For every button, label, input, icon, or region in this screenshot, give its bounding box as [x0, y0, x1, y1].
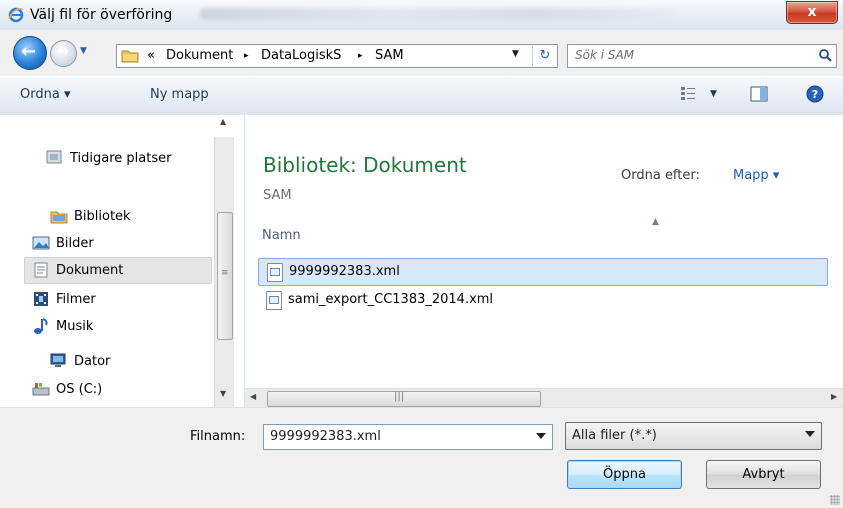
filename-label: Filnamn:: [190, 429, 246, 444]
command-toolbar: Ordna ▾ Ny mapp ▼ ?: [0, 76, 843, 116]
sort-ascending-icon: ▲: [652, 217, 659, 227]
new-folder-button[interactable]: Ny mapp: [150, 87, 209, 102]
computer-icon: [50, 353, 66, 367]
preview-pane-icon[interactable]: [750, 85, 768, 103]
breadcrumb-separator-icon[interactable]: ▸: [358, 51, 363, 61]
library-icon: [50, 211, 68, 224]
back-arrow-icon: ←: [21, 41, 37, 62]
nav-vertical-scrollbar[interactable]: ▲ ≡ ▼: [214, 117, 234, 409]
bottom-panel: Filnamn: 9999992383.xml Alla filer (*.*)…: [0, 407, 843, 508]
refresh-button[interactable]: ↻: [532, 46, 557, 66]
blurred-title-area: [200, 8, 680, 20]
title-bar[interactable]: Välj fil för överföring x: [0, 0, 843, 30]
documents-icon: [34, 262, 48, 278]
file-type-value: Alla filer (*.*): [572, 428, 657, 443]
nav-label: Filmer: [56, 292, 96, 307]
address-bar[interactable]: « Dokument ▸ DataLogiskS ▸ SAM ▼ ↻: [116, 44, 558, 68]
nav-label: Musik: [56, 319, 94, 334]
search-icon[interactable]: [818, 48, 832, 62]
organize-menu-button[interactable]: Ordna ▾: [20, 87, 70, 102]
file-row[interactable]: 9999992383.xml: [258, 258, 828, 286]
nav-label: Tidigare platser: [70, 151, 172, 166]
nav-label: Bibliotek: [74, 209, 131, 224]
nav-label: Bilder: [56, 236, 94, 251]
file-name: sami_export_CC1383_2014.xml: [288, 292, 494, 307]
breadcrumb-overflow[interactable]: «: [147, 48, 155, 63]
chevron-down-icon[interactable]: [805, 431, 815, 437]
scroll-down-icon[interactable]: ▼: [220, 389, 226, 398]
file-list-pane[interactable]: Bibliotek: Dokument SAM Ordna efter: Map…: [245, 115, 843, 407]
breadcrumb-sam[interactable]: SAM: [375, 48, 404, 63]
xml-file-icon: [267, 263, 283, 282]
svg-text:?: ?: [812, 88, 818, 101]
file-type-select[interactable]: Alla filer (*.*): [565, 422, 822, 450]
folder-icon: [121, 50, 139, 63]
breadcrumb-datalogisks[interactable]: DataLogiskS: [261, 48, 341, 63]
pictures-icon: [32, 236, 50, 250]
window-title: Välj fil för överföring: [30, 7, 173, 23]
drive-icon: [32, 383, 50, 396]
help-icon[interactable]: ?: [806, 85, 824, 103]
internet-explorer-icon: [8, 7, 24, 23]
view-options-icon[interactable]: [680, 85, 696, 101]
sort-by-dropdown[interactable]: Mapp ▾: [733, 168, 779, 183]
xml-file-icon: [266, 291, 282, 310]
nav-scroll-thumb[interactable]: ≡: [217, 212, 233, 340]
music-icon: [34, 318, 48, 334]
nav-label: OS (C:): [56, 382, 103, 397]
breadcrumb-dokument[interactable]: Dokument: [166, 48, 233, 63]
breadcrumb-separator-icon[interactable]: ▸: [244, 51, 249, 61]
column-header-name[interactable]: Namn: [262, 228, 301, 243]
sort-by-label: Ordna efter:: [621, 168, 700, 183]
open-button[interactable]: Öppna: [567, 460, 682, 489]
content-area: Tidigare platser Bibliotek Bilder Dokume…: [0, 115, 843, 409]
horizontal-scrollbar[interactable]: ◀ ||| ▶: [245, 388, 843, 408]
back-button[interactable]: ←: [13, 36, 47, 70]
recent-places-icon: [46, 150, 62, 164]
forward-button[interactable]: →: [50, 40, 77, 67]
scroll-left-icon[interactable]: ◀: [250, 392, 256, 401]
refresh-icon: ↻: [539, 48, 551, 63]
view-dropdown-icon[interactable]: ▼: [710, 89, 717, 99]
cancel-button[interactable]: Avbryt: [706, 460, 821, 489]
nav-label: Dokument: [56, 263, 124, 278]
library-subtitle: SAM: [263, 188, 292, 203]
nav-label: Dator: [74, 354, 111, 369]
chevron-down-icon[interactable]: [536, 433, 546, 439]
grip-icon: ≡: [221, 268, 229, 278]
grip-icon: |||: [394, 391, 405, 402]
horizontal-scroll-thumb[interactable]: |||: [267, 391, 541, 407]
file-name: 9999992383.xml: [289, 264, 400, 279]
scroll-up-icon[interactable]: ▲: [220, 117, 226, 126]
search-box[interactable]: Sök i SAM: [567, 44, 837, 68]
navigation-pane[interactable]: Tidigare platser Bibliotek Bilder Dokume…: [0, 115, 245, 409]
navigation-bar: ← → ▼ « Dokument ▸ DataLogiskS ▸ SAM ▼ ↻…: [0, 30, 843, 76]
search-input[interactable]: Sök i SAM: [575, 48, 634, 62]
filename-value: 9999992383.xml: [270, 429, 381, 444]
resize-grip-icon[interactable]: [830, 495, 840, 505]
videos-icon: [34, 292, 48, 306]
scroll-right-icon[interactable]: ▶: [831, 392, 837, 401]
library-title: Bibliotek: Dokument: [263, 153, 467, 177]
file-row[interactable]: sami_export_CC1383_2014.xml: [258, 287, 826, 313]
file-open-dialog: Välj fil för överföring x ← → ▼ « Dokume…: [0, 0, 843, 508]
filename-input[interactable]: 9999992383.xml: [263, 424, 553, 450]
history-dropdown-icon[interactable]: ▼: [80, 46, 87, 56]
address-dropdown-icon[interactable]: ▼: [512, 49, 519, 59]
forward-arrow-icon: →: [56, 42, 69, 60]
close-button[interactable]: x: [786, 1, 838, 24]
